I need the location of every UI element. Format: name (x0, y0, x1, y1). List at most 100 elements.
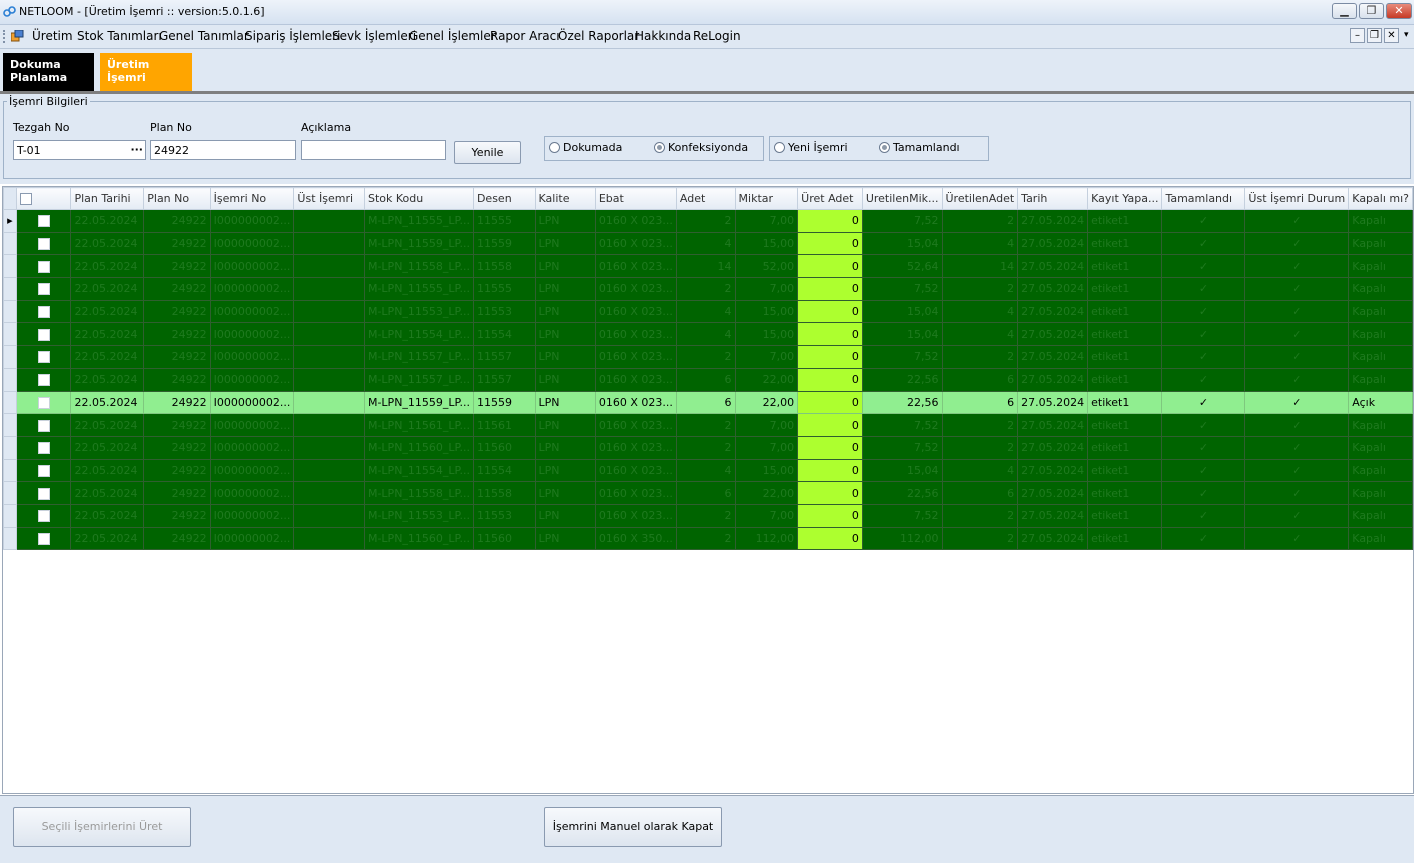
menu-stok-tanimlari[interactable]: Stok Tanımları (77, 29, 162, 43)
plan-field[interactable]: 24922 (150, 140, 296, 160)
radio-konfeksiyonda[interactable]: Konfeksiyonda (654, 141, 748, 154)
menu-genel-tanimlar[interactable]: Genel Tanımlar (159, 29, 249, 43)
column-header[interactable]: Plan Tarihi (70, 187, 145, 210)
menu-genel-islemler[interactable]: Genel İşlemler (409, 29, 496, 43)
row-indicator: ▸ (3, 209, 17, 233)
radio-yeni-isemri[interactable]: Yeni İşemri (774, 141, 848, 154)
column-header[interactable]: UretilenMik... (861, 187, 943, 210)
minimize-button[interactable]: ▁ (1332, 3, 1357, 19)
row-checkbox[interactable] (37, 260, 50, 273)
column-header[interactable]: ÜretilenAdet (941, 187, 1019, 210)
column-header[interactable]: Miktar (734, 187, 799, 210)
tab-uretim-isemri[interactable]: Üretim İşemri (100, 53, 192, 91)
row-checkbox[interactable] (37, 238, 50, 251)
row-select-cell[interactable] (15, 231, 72, 256)
table-row[interactable]: 22.05.2024 24922 I000000002... M-LPN_11560_… (3, 435, 1413, 460)
row-checkbox[interactable] (37, 215, 50, 228)
menu-siparis-islemleri[interactable]: Sipariş İşlemleri (245, 29, 340, 43)
column-header[interactable]: Kapalı mı? (1348, 187, 1413, 210)
radio-dokumada[interactable]: Dokumada (549, 141, 622, 154)
produce-selected-button[interactable]: Seçili İşemirlerini Üret (13, 807, 191, 847)
column-header[interactable]: Plan No (143, 187, 211, 210)
row-checkbox[interactable] (37, 374, 50, 387)
grid-cell: 0160 X 023... (594, 277, 677, 301)
row-select-cell[interactable] (15, 435, 72, 460)
grid-cell (293, 481, 365, 505)
table-row[interactable]: ▸ 22.05.2024 24922 I000000002... M-LPN_11555… (3, 209, 1413, 233)
isemri-grid[interactable]: Plan Tarihi Plan No İşemri No Üst İşemri Sto… (2, 186, 1414, 794)
restore-button[interactable]: ❐ (1359, 3, 1384, 19)
tezgah-field[interactable]: T-01 ··· (13, 140, 146, 160)
radio-tamamlandi[interactable]: Tamamlandı (879, 141, 960, 154)
table-row[interactable]: 22.05.2024 24922 I000000002... M-LPN_11553_… (3, 299, 1413, 324)
row-checkbox[interactable] (37, 487, 50, 500)
column-header[interactable]: Kalite (534, 187, 596, 210)
browse-icon[interactable]: ··· (130, 143, 143, 156)
row-checkbox[interactable] (37, 306, 50, 319)
toolbar-grip[interactable] (3, 30, 8, 43)
row-select-cell[interactable] (15, 209, 72, 233)
row-select-cell[interactable] (15, 458, 72, 483)
refresh-button[interactable]: Yenile (454, 141, 521, 164)
tab-dokuma-planlama[interactable]: Dokuma Planlama (3, 53, 94, 91)
table-row[interactable]: 22.05.2024 24922 I000000002... M-LPN_11558_… (3, 254, 1413, 279)
aciklama-field[interactable] (301, 140, 446, 160)
column-header[interactable]: Kayıt Yapa... (1087, 187, 1163, 210)
row-select-cell[interactable] (15, 299, 72, 324)
row-checkbox[interactable] (37, 396, 50, 409)
row-checkbox[interactable] (37, 419, 50, 432)
row-select-cell[interactable] (15, 254, 72, 279)
column-header[interactable]: Üst İşemri Durum (1244, 187, 1350, 210)
menu-relogin[interactable]: ReLogin (693, 29, 741, 43)
table-row[interactable]: 22.05.2024 24922 I000000002... M-LPN_11558_… (3, 481, 1413, 505)
table-row[interactable]: 22.05.2024 24922 I000000002... M-LPN_11554_… (3, 322, 1413, 347)
table-row[interactable]: 22.05.2024 24922 I000000002... M-LPN_11557_… (3, 345, 1413, 369)
close-button[interactable]: ✕ (1386, 3, 1412, 19)
mdi-minimize-icon[interactable]: – (1350, 28, 1365, 43)
row-select-cell[interactable] (15, 526, 72, 551)
row-checkbox[interactable] (37, 532, 50, 545)
row-select-cell[interactable] (15, 390, 72, 415)
table-row[interactable]: 22.05.2024 24922 I000000002... M-LPN_11554_… (3, 458, 1413, 483)
menu-uretim[interactable]: Üretim (32, 29, 73, 43)
row-select-cell[interactable] (15, 322, 72, 347)
row-checkbox[interactable] (37, 283, 50, 296)
row-checkbox[interactable] (37, 442, 50, 455)
table-row[interactable]: 22.05.2024 24922 I000000002... M-LPN_11559_… (3, 390, 1413, 415)
row-select-cell[interactable] (15, 481, 72, 505)
menu-ozel-raporlar[interactable]: Özel Raporlar (558, 29, 639, 43)
table-row[interactable]: 22.05.2024 24922 I000000002... M-LPN_11553_… (3, 503, 1413, 528)
row-select-cell[interactable] (15, 367, 72, 392)
mdi-close-icon[interactable]: ✕ (1384, 28, 1399, 43)
row-checkbox[interactable] (37, 510, 50, 523)
menu-sevk-islemleri[interactable]: Sevk İşlemleri (332, 29, 416, 43)
table-row[interactable]: 22.05.2024 24922 I000000002... M-LPN_11561_… (3, 413, 1413, 437)
table-row[interactable]: 22.05.2024 24922 I000000002... M-LPN_11560_… (3, 526, 1413, 551)
menu-rapor-araci[interactable]: Rapor Aracı (490, 29, 560, 43)
mdi-restore-icon[interactable]: ❐ (1367, 28, 1382, 43)
column-header[interactable]: Desen (472, 187, 536, 210)
table-row[interactable]: 22.05.2024 24922 I000000002... M-LPN_11555_… (3, 277, 1413, 301)
column-header[interactable]: Tamamlandı (1161, 187, 1246, 210)
column-header[interactable]: Üret Adet (797, 187, 863, 210)
row-select-cell[interactable] (15, 413, 72, 437)
manual-close-button[interactable]: İşemrini Manuel olarak Kapat (544, 807, 722, 847)
select-all-checkbox[interactable] (15, 187, 72, 210)
menu-hakkinda[interactable]: Hakkında (635, 29, 691, 43)
column-header[interactable]: Stok Kodu (363, 187, 474, 210)
row-indicator (3, 526, 17, 551)
overflow-chevron-icon[interactable]: ▾ (1404, 30, 1409, 40)
column-header[interactable]: Adet (675, 187, 736, 210)
row-select-cell[interactable] (15, 345, 72, 369)
column-header[interactable]: Tarih (1017, 187, 1089, 210)
column-header[interactable]: Ebat (594, 187, 677, 210)
row-select-cell[interactable] (15, 277, 72, 301)
table-row[interactable]: 22.05.2024 24922 I000000002... M-LPN_11557_… (3, 367, 1413, 392)
column-header[interactable]: İşemri No (209, 187, 295, 210)
column-header[interactable]: Üst İşemri (293, 187, 365, 210)
row-checkbox[interactable] (37, 328, 50, 341)
row-select-cell[interactable] (15, 503, 72, 528)
row-checkbox[interactable] (37, 464, 50, 477)
row-checkbox[interactable] (37, 351, 50, 364)
table-row[interactable]: 22.05.2024 24922 I000000002... M-LPN_11559_… (3, 231, 1413, 256)
